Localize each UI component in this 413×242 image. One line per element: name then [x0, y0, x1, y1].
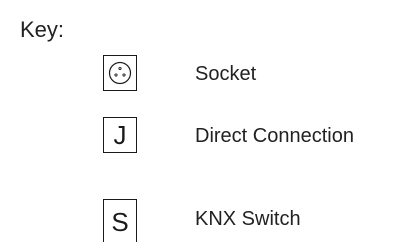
socket-symbol-box	[103, 55, 137, 91]
legend-item-direct-connection: J Direct Connection	[103, 117, 403, 157]
legend-item-socket: Socket	[103, 55, 403, 95]
direct-connection-symbol-box: J	[103, 117, 137, 153]
legend-label-socket: Socket	[195, 63, 257, 85]
direct-connection-symbol: J	[113, 120, 127, 150]
socket-icon	[108, 61, 132, 85]
knx-switch-symbol: S	[111, 207, 129, 237]
legend-title: Key:	[20, 17, 65, 42]
legend-label-knx-switch: KNX Switch	[195, 208, 301, 230]
legend-item-knx-switch: S KNX Switch	[103, 199, 403, 242]
legend-label-direct-connection: Direct Connection	[195, 125, 354, 147]
knx-switch-symbol-box: S	[103, 199, 137, 242]
